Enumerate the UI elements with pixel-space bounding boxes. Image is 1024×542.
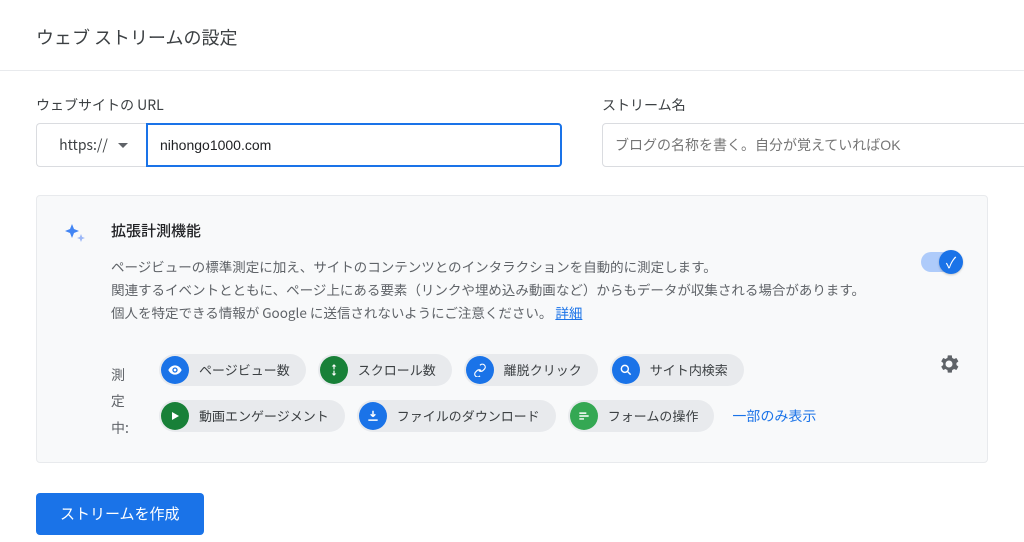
chip-page-views: ページビュー数: [159, 354, 306, 386]
checkmark-icon: ✓: [946, 252, 956, 273]
search-icon: [612, 356, 640, 384]
chip-video-engagement: 動画エンゲージメント: [159, 400, 345, 432]
play-icon: [161, 402, 189, 430]
sparkle-icon: [63, 222, 87, 246]
chip-file-downloads: ファイルのダウンロード: [357, 400, 556, 432]
protocol-value: https://: [59, 135, 108, 155]
create-stream-button[interactable]: ストリームを作成: [36, 493, 204, 535]
protocol-select[interactable]: https://: [36, 123, 146, 167]
chip-site-search: サイト内検索: [610, 354, 744, 386]
chip-scrolls: スクロール数: [318, 354, 452, 386]
measuring-label: 測定中:: [111, 362, 135, 442]
chip-outbound-clicks: 離脱クリック: [464, 354, 598, 386]
page-title: ウェブ ストリームの設定: [36, 24, 988, 50]
gear-icon: [937, 352, 961, 376]
settings-button[interactable]: [937, 352, 961, 381]
website-url-input[interactable]: [146, 123, 562, 167]
link-icon: [466, 356, 494, 384]
stream-name-input[interactable]: [602, 123, 1024, 167]
measurement-chips: ページビュー数 スクロール数 離脱クリック: [159, 354, 879, 432]
chevron-down-icon: [118, 143, 128, 148]
chip-form-interactions: フォームの操作: [568, 400, 715, 432]
learn-more-link[interactable]: 詳細: [555, 302, 582, 322]
enhanced-toggle[interactable]: ✓: [921, 252, 961, 272]
stream-name-label: ストリーム名: [602, 95, 1024, 115]
eye-icon: [161, 356, 189, 384]
show-less-link[interactable]: 一部のみ表示: [732, 400, 816, 432]
enhanced-measurement-card: 拡張計測機能 ページビューの標準測定に加え、サイトのコンテンツとのインタラクショ…: [36, 195, 988, 463]
enhanced-desc-2: 関連するイベントとともに、ページ上にある要素（リンクや埋め込み動画など）からもデ…: [111, 279, 865, 322]
enhanced-title: 拡張計測機能: [111, 220, 961, 241]
form-icon: [570, 402, 598, 430]
enhanced-desc-1: ページビューの標準測定に加え、サイトのコンテンツとのインタラクションを自動的に測…: [111, 256, 717, 276]
download-icon: [359, 402, 387, 430]
scroll-icon: [320, 356, 348, 384]
url-label: ウェブサイトの URL: [36, 95, 562, 115]
